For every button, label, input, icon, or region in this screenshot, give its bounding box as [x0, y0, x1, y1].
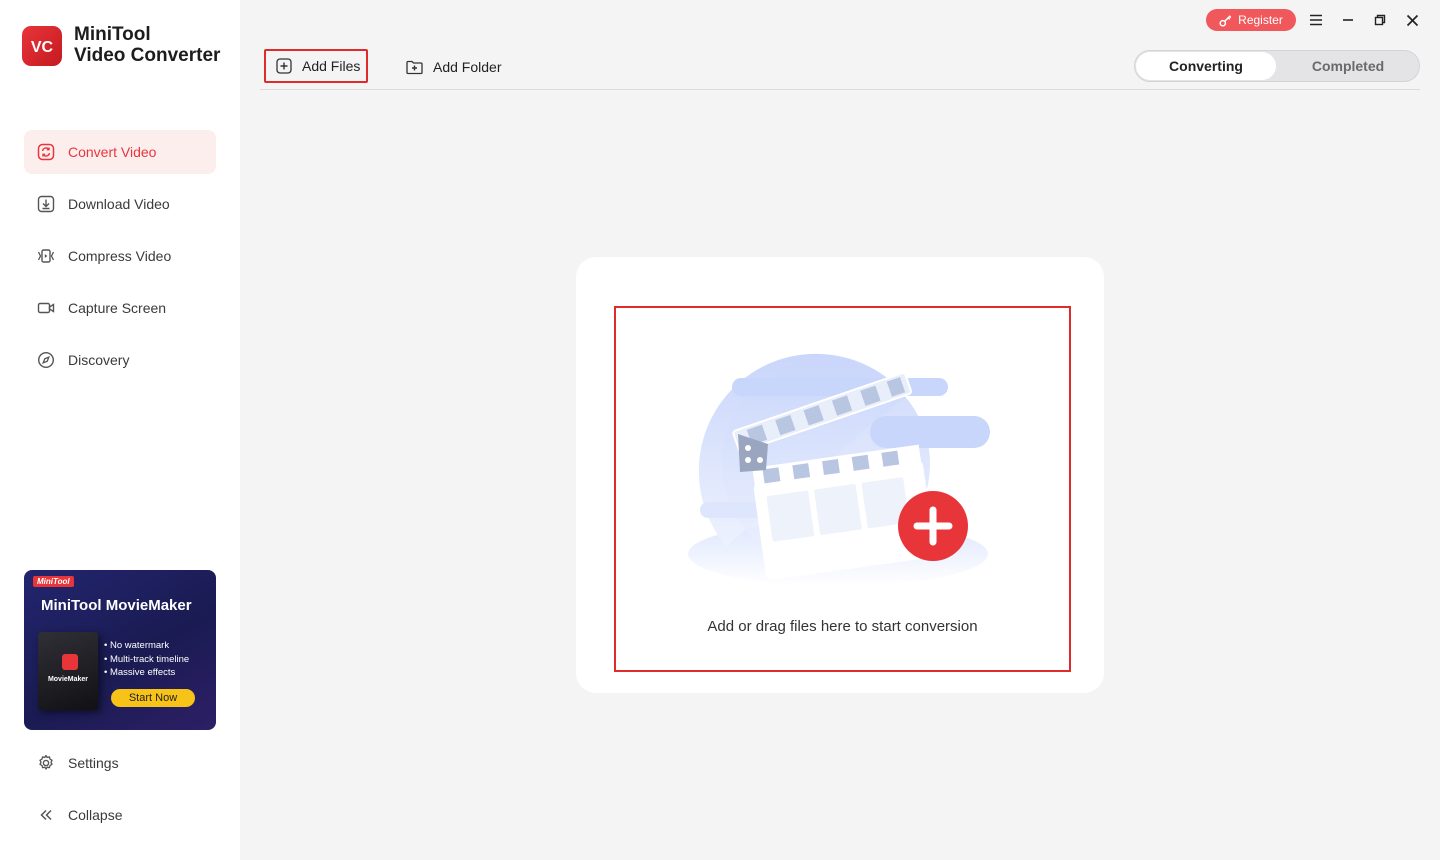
tab-converting[interactable]: Converting — [1136, 52, 1276, 80]
promo-box-label: MovieMaker — [47, 676, 89, 683]
promo-feature: Massive effects — [104, 666, 189, 680]
sidebar-item-compress-video[interactable]: Compress Video — [24, 234, 216, 278]
settings-label: Settings — [68, 755, 119, 771]
sidebar-item-download-video[interactable]: Download Video — [24, 182, 216, 226]
download-icon — [36, 194, 56, 214]
sidebar-item-capture-screen[interactable]: Capture Screen — [24, 286, 216, 330]
promo-feature: Multi-track timeline — [104, 653, 189, 667]
promo-feature: No watermark — [104, 639, 189, 653]
settings-button[interactable]: Settings — [36, 753, 119, 773]
add-file-icon — [276, 58, 292, 74]
restore-icon — [1374, 14, 1386, 26]
add-folder-button[interactable]: Add Folder — [406, 52, 501, 82]
sidebar-nav: Convert Video Download Video Compress Vi… — [24, 130, 216, 390]
add-folder-icon — [406, 60, 423, 74]
brand: VC MiniTool Video Converter — [22, 24, 220, 66]
close-icon — [1406, 14, 1418, 26]
vc-logo-icon: VC — [31, 39, 54, 56]
minimize-icon — [1343, 19, 1353, 21]
key-icon — [1219, 14, 1232, 27]
moviemaker-logo-icon — [62, 654, 78, 670]
moviemaker-box-image: MovieMaker — [38, 632, 98, 710]
sidebar-item-discovery[interactable]: Discovery — [24, 338, 216, 382]
app-name: MiniTool Video Converter — [74, 24, 220, 66]
promo-feature-list: No watermark Multi-track timeline Massiv… — [104, 639, 189, 680]
add-files-button[interactable]: Add Files — [264, 49, 368, 83]
restore-button[interactable] — [1370, 10, 1390, 30]
register-label: Register — [1238, 13, 1283, 27]
collapse-button[interactable]: Collapse — [36, 805, 122, 825]
menu-button[interactable] — [1306, 10, 1326, 30]
sidebar-item-label: Convert Video — [68, 144, 157, 160]
tab-completed[interactable]: Completed — [1278, 52, 1418, 80]
moviemaker-promo-banner[interactable]: MiniTool MiniTool MovieMaker MovieMaker … — [24, 570, 216, 730]
sidebar: VC MiniTool Video Converter Convert Vide… — [0, 0, 240, 860]
app-name-line2: Video Converter — [74, 45, 221, 66]
clapperboard-illustration — [688, 353, 990, 586]
register-button[interactable]: Register — [1206, 9, 1296, 31]
double-chevron-left-icon — [36, 805, 56, 825]
sidebar-item-label: Capture Screen — [68, 300, 167, 316]
compress-icon — [36, 246, 56, 266]
promo-title: MiniTool MovieMaker — [41, 597, 192, 614]
hamburger-menu-icon — [1310, 14, 1322, 26]
gear-icon — [36, 753, 56, 773]
conversion-status-tabs: Converting Completed — [1134, 50, 1420, 82]
sidebar-item-convert-video[interactable]: Convert Video — [24, 130, 216, 174]
add-folder-label: Add Folder — [433, 59, 502, 75]
collapse-label: Collapse — [68, 807, 123, 823]
close-button[interactable] — [1402, 10, 1422, 30]
svg-text:VC: VC — [31, 39, 54, 56]
add-files-label: Add Files — [302, 58, 361, 74]
file-drop-zone[interactable]: Add or drag files here to start conversi… — [614, 306, 1071, 672]
app-name-line1: MiniTool — [74, 24, 151, 45]
promo-brand-tag: MiniTool — [33, 576, 74, 587]
compass-icon — [36, 350, 56, 370]
sidebar-item-label: Download Video — [68, 196, 170, 212]
app-logo: VC — [22, 26, 62, 66]
sidebar-item-label: Compress Video — [68, 248, 172, 264]
drop-instruction-text: Add or drag files here to start conversi… — [707, 618, 978, 635]
minimize-button[interactable] — [1338, 10, 1358, 30]
sidebar-item-label: Discovery — [68, 352, 130, 368]
add-plus-icon — [898, 491, 968, 561]
camera-icon — [36, 298, 56, 318]
start-now-button[interactable]: Start Now — [111, 689, 195, 707]
toolbar-divider — [260, 89, 1420, 90]
convert-icon — [36, 142, 56, 162]
